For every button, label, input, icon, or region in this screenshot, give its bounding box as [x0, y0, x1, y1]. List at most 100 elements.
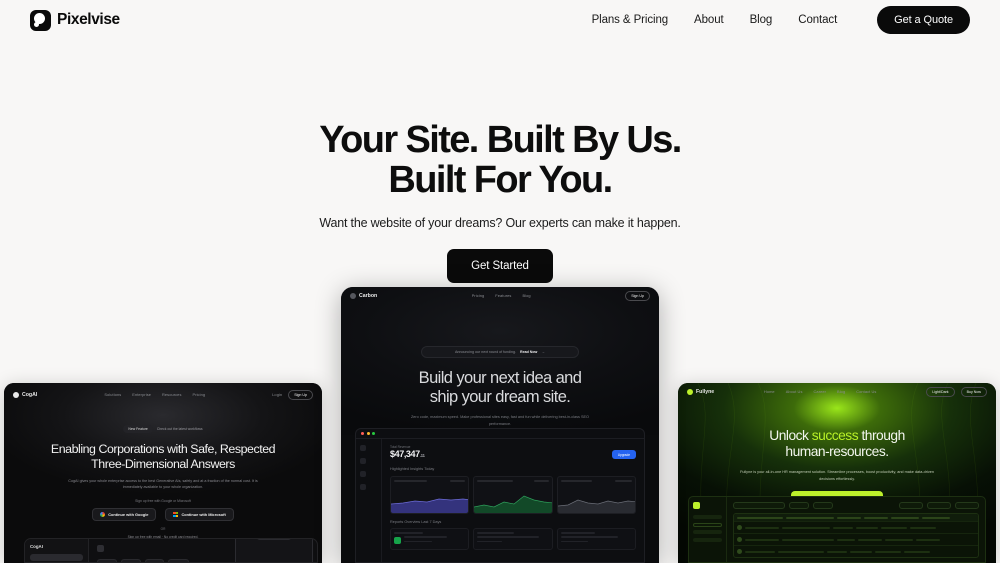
fullyne-buy-now-button[interactable]: Buy Now: [960, 386, 987, 397]
cogai-chip-gpt[interactable]: GPT-4o: [97, 559, 118, 562]
site-header: Pixelvise Plans & Pricing About Blog Con…: [0, 0, 1000, 40]
carbon-upgrade-button[interactable]: Upgrade: [611, 450, 636, 459]
search-input[interactable]: [733, 502, 785, 509]
cogai-headline: Enabling Corporations with Safe, Respect…: [4, 442, 322, 471]
brand-logo[interactable]: Pixelvise: [30, 9, 120, 31]
cogai-nav-resources[interactable]: Resources: [162, 392, 182, 397]
carbon-paragraph: Zero code, maximum speed. Make professio…: [410, 415, 590, 426]
carbon-insights-filter[interactable]: Today: [424, 467, 434, 471]
nav-item-about[interactable]: About: [694, 14, 724, 26]
fullyne-nav-contact[interactable]: Contact Us: [856, 389, 876, 394]
maximize-icon[interactable]: [372, 432, 375, 435]
cogai-chip-claude[interactable]: Claude: [121, 559, 141, 562]
fullyne-nav-career[interactable]: Career: [814, 389, 827, 394]
cogai-brand-name: CogAI: [22, 391, 38, 398]
cogai-nav: CogAI Solutions Enterprise Resources Pri…: [4, 386, 322, 403]
fullyne-sidebar-item[interactable]: [693, 515, 722, 519]
fullyne-paragraph: Fullyne is your all-in-one HR management…: [740, 470, 934, 481]
theme-toggle-button[interactable]: Light/Dark: [926, 386, 955, 397]
carbon-reports-title: Reports Overview Last 7 Days: [390, 520, 442, 524]
carbon-nav-features[interactable]: Features: [495, 293, 511, 298]
home-icon[interactable]: [360, 445, 366, 451]
carbon-nav-blog[interactable]: Blog: [522, 293, 530, 298]
carbon-nav-pricing[interactable]: Pricing: [472, 293, 485, 298]
microsoft-icon: [173, 512, 179, 517]
cogai-chip-llama[interactable]: Llama 3: [168, 559, 190, 562]
cogai-microsoft-label: Continue with Microsoft: [181, 512, 226, 517]
nav-item-contact[interactable]: Contact: [798, 14, 837, 26]
fullyne-nav-about[interactable]: About Us: [786, 389, 803, 394]
minimize-icon[interactable]: [366, 432, 370, 435]
carbon-revenue-value: $47,347.11: [390, 449, 425, 459]
cogai-sidebar-item[interactable]: [30, 554, 83, 561]
settings-icon[interactable]: [360, 484, 366, 490]
carbon-insights-title: Highlighted Insights Today: [390, 467, 435, 471]
cogai-nav-pricing[interactable]: Pricing: [193, 392, 206, 397]
cogai-signup-button[interactable]: Sign Up: [288, 389, 313, 400]
carbon-signup-button[interactable]: Sign Up: [625, 290, 650, 301]
cogai-chip-gemini[interactable]: Gemini: [144, 559, 165, 562]
page-title: Your Site. Built By Us. Built For You.: [0, 120, 1000, 200]
showcase-card-carbon[interactable]: Carbon Pricing Features Blog Sign Up Ann…: [341, 287, 659, 563]
showcase-card-fullyne[interactable]: Fullyne Home About Us Career Blog Contac…: [678, 383, 996, 563]
column-header-position: [786, 516, 834, 519]
fullyne-app-sidebar: [689, 497, 727, 562]
table-row: [556, 528, 636, 550]
sort-dropdown[interactable]: [789, 502, 809, 509]
fullyne-headline-line2: human-resources.: [785, 444, 889, 459]
close-icon[interactable]: [361, 432, 364, 435]
star-icon[interactable]: [360, 471, 366, 477]
fullyne-sidebar-item[interactable]: [693, 530, 722, 534]
cogai-phone-mockup: [235, 539, 313, 562]
add-candidate-button[interactable]: [955, 502, 979, 509]
google-icon: [100, 512, 106, 517]
carbon-hero: Carbon Pricing Features Blog Sign Up Ann…: [341, 287, 659, 451]
fullyne-brand-name: Fullyne: [696, 388, 715, 395]
fullyne-headline-line1: Unlock success through: [769, 428, 905, 443]
fullyne-sidebar-item[interactable]: [693, 522, 722, 527]
carbon-headline-line1: Build your next idea and: [418, 369, 582, 387]
nav-item-plans-pricing[interactable]: Plans & Pricing: [592, 14, 669, 26]
nav-item-blog[interactable]: Blog: [750, 14, 773, 26]
column-header-submit-date: [922, 516, 950, 519]
showcase-card-cogai[interactable]: CogAI Solutions Enterprise Resources Pri…: [4, 383, 322, 563]
fullyne-candidates-table: [733, 513, 979, 558]
cogai-google-button[interactable]: Continue with Google: [92, 508, 157, 521]
table-row[interactable]: [734, 545, 978, 557]
calendar-icon[interactable]: [360, 458, 366, 464]
arrow-right-icon: →: [541, 350, 545, 354]
fullyne-logo: Fullyne: [687, 388, 715, 395]
cogai-announcement-badge[interactable]: New Feature Check out the latest workflo…: [88, 425, 238, 433]
fullyne-nav-home[interactable]: Home: [764, 389, 775, 394]
cogai-nav-enterprise[interactable]: Enterprise: [132, 392, 151, 397]
table-row[interactable]: [734, 533, 978, 545]
get-a-quote-button[interactable]: Get a Quote: [877, 6, 970, 34]
table-row[interactable]: [734, 521, 978, 533]
column-header-active-stage: [891, 516, 919, 519]
carbon-dashboard-sidebar: [356, 439, 382, 562]
cogai-microsoft-button[interactable]: Continue with Microsoft: [165, 508, 234, 521]
filter-button[interactable]: [813, 502, 833, 509]
carbon-logo: Carbon: [350, 292, 377, 299]
carbon-reports-filter[interactable]: Last 7 Days: [421, 520, 441, 524]
carbon-announcement-banner[interactable]: Announcing our next round of funding. Re…: [421, 346, 579, 358]
carbon-banner-link[interactable]: Read Now: [520, 350, 537, 354]
fullyne-nav: Fullyne Home About Us Career Blog Contac…: [678, 383, 996, 400]
cogai-logo: CogAI: [13, 391, 38, 398]
fullyne-nav-blog[interactable]: Blog: [837, 389, 845, 394]
pixelvise-logo-icon: [30, 9, 51, 31]
avatar: [737, 537, 742, 542]
brand-name: Pixelvise: [57, 11, 120, 28]
export-button[interactable]: [899, 502, 923, 509]
hero-title-line2: Built For You.: [388, 159, 613, 201]
fullyne-dashboard-preview: [688, 496, 986, 563]
cogai-login-link[interactable]: Login: [272, 392, 282, 397]
carbon-metric-card: [473, 476, 553, 514]
cogai-nav-solutions[interactable]: Solutions: [104, 392, 121, 397]
fullyne-sidebar-item[interactable]: [693, 537, 722, 542]
cogai-badge-text: Check out the latest workflows: [156, 427, 203, 431]
import-button[interactable]: [927, 502, 951, 509]
table-row: [390, 528, 470, 550]
avatar: [737, 525, 742, 530]
get-started-button[interactable]: Get Started: [447, 249, 553, 283]
